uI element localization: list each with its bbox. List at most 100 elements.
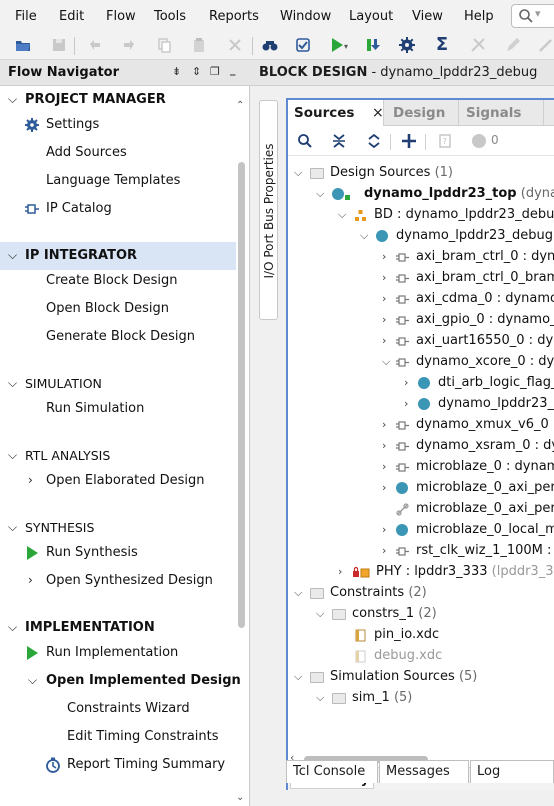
delete-icon[interactable] — [224, 34, 246, 56]
nav-item-constraints-wizard[interactable]: Constraints Wizard — [0, 695, 236, 723]
nav-item-ip-catalog[interactable]: IP Catalog — [0, 195, 236, 223]
settings-icon[interactable] — [396, 34, 418, 56]
scroll-up-icon[interactable]: ⌃ — [236, 100, 244, 111]
tree-node-design-sources[interactable]: ⌵ Design Sources (1) — [288, 163, 554, 184]
binoculars-icon[interactable] — [259, 34, 281, 56]
nav-item-open-block-design[interactable]: Open Block Design — [0, 295, 236, 323]
wand-icon[interactable] — [535, 34, 554, 56]
section-implementation[interactable]: ⌵ IMPLEMENTATION — [0, 614, 236, 642]
tab-messages[interactable]: Messages — [379, 760, 469, 783]
open-icon[interactable] — [12, 34, 34, 56]
nav-item-run-synthesis[interactable]: Run Synthesis — [0, 539, 236, 567]
tree-label: dynamo_xmux_v6_0 : c — [416, 417, 554, 432]
tree-node-ip[interactable]: › microblaze_0_local_me — [288, 520, 554, 541]
tree-node-ip[interactable]: › axi_bram_ctrl_0 : dyna — [288, 247, 554, 268]
restore-icon[interactable]: ❐ — [210, 65, 220, 78]
tree-node-ip[interactable]: › axi_cdma_0 : dynamo_ — [288, 289, 554, 310]
collapse-all-icon[interactable]: ⇟ — [172, 65, 181, 78]
close-icon[interactable]: × — [372, 100, 384, 126]
tab-design[interactable]: Design — [385, 100, 459, 126]
nav-item-settings[interactable]: Settings — [0, 111, 236, 139]
tree-node-bd[interactable]: ⌵ BD : dynamo_lpddr23_debug — [288, 205, 554, 226]
nav-item-create-block-design[interactable]: Create Block Design — [0, 267, 236, 295]
quick-search-input[interactable]: ▾ — [511, 4, 554, 28]
nav-item-open-implemented-design[interactable]: ⌵ Open Implemented Design — [0, 667, 241, 695]
tree-node-child[interactable]: › dti_arb_logic_flag_ — [288, 373, 554, 394]
tree-node-ip[interactable]: › axi_gpio_0 : dynamo_l — [288, 310, 554, 331]
search-icon — [519, 9, 533, 23]
tree-node-constrs-1[interactable]: ⌵ constrs_1 (2) — [288, 604, 554, 625]
tree-node-debug-xdc[interactable]: debug.xdc — [288, 646, 554, 667]
help-doc-icon[interactable]: ? — [436, 132, 454, 150]
tree-label: BD : dynamo_lpddr23_debug — [374, 207, 554, 222]
menu-help[interactable]: Help — [464, 9, 494, 24]
download-icon[interactable] — [362, 34, 384, 56]
tree-node-ip[interactable]: microblaze_0_axi_perip — [288, 499, 554, 520]
run-icon[interactable]: ▾ — [326, 34, 348, 56]
menu-view[interactable]: View — [412, 9, 443, 24]
section-ip-integrator[interactable]: ⌵ IP INTEGRATOR — [0, 242, 236, 270]
scroll-down-icon[interactable]: ⌄ — [236, 792, 244, 803]
menu-window[interactable]: Window — [280, 9, 331, 24]
nav-item-open-synthesized-design[interactable]: › Open Synthesized Design — [0, 567, 236, 595]
nav-item-report-timing-summary[interactable]: Report Timing Summary — [0, 751, 236, 779]
tree-label-text: dynamo_lpddr23_debug — [396, 228, 554, 243]
tree-node-ip[interactable]: ⌵ dynamo_xcore_0 : dyn — [288, 352, 554, 373]
copy-icon[interactable] — [153, 34, 175, 56]
menu-tools[interactable]: Tools — [154, 9, 186, 24]
io-port-bus-properties-tab[interactable]: I/O Port Bus Properties — [259, 100, 278, 320]
nav-item-add-sources[interactable]: Add Sources — [0, 139, 236, 167]
nav-item-run-simulation[interactable]: Run Simulation — [0, 395, 236, 423]
nav-item-open-elaborated-design[interactable]: › Open Elaborated Design — [0, 467, 236, 495]
tree-node-ip[interactable]: › microblaze_0_axi_perip — [288, 478, 554, 499]
add-icon[interactable] — [400, 132, 418, 150]
menu-edit[interactable]: Edit — [59, 9, 84, 24]
save-icon[interactable] — [48, 34, 70, 56]
sources-tab-bar: Sources × Design Signals — [288, 100, 554, 126]
tree-label: axi_bram_ctrl_0_bram — [416, 270, 554, 285]
paste-icon[interactable] — [188, 34, 210, 56]
redo-icon[interactable] — [118, 34, 140, 56]
tree-node-ip[interactable]: › axi_bram_ctrl_0_bram — [288, 268, 554, 289]
menu-flow[interactable]: Flow — [106, 9, 136, 24]
nav-item-edit-timing-constraints[interactable]: Edit Timing Constraints — [0, 723, 236, 751]
undo-icon[interactable] — [84, 34, 106, 56]
pen-icon[interactable] — [502, 34, 524, 56]
menu-file[interactable]: File — [15, 9, 37, 24]
nav-item-generate-block-design[interactable]: Generate Block Design — [0, 323, 236, 351]
tab-signals[interactable]: Signals — [460, 100, 544, 126]
tree-node-constraints[interactable]: ⌵ Constraints (2) — [288, 583, 554, 604]
tree-node-sim-1[interactable]: ⌵ sim_1 (5) — [288, 688, 554, 709]
tab-tcl-console[interactable]: Tcl Console — [286, 760, 378, 783]
check-icon[interactable] — [292, 34, 314, 56]
collapse-all-icon[interactable] — [330, 132, 348, 150]
tree-node-ip[interactable]: › microblaze_0 : dynamo — [288, 457, 554, 478]
tree-node-top[interactable]: ⌵ dynamo_lpddr23_top (dynam — [288, 184, 554, 205]
tree-node-ip[interactable]: › dynamo_xsram_0 : dyn — [288, 436, 554, 457]
section-rtl-analysis[interactable]: ⌵ RTL ANALYSIS — [0, 442, 236, 470]
expand-all-icon[interactable] — [365, 132, 383, 150]
section-simulation[interactable]: ⌵ SIMULATION — [0, 370, 236, 398]
tab-sources[interactable]: Sources × — [288, 100, 384, 126]
search-icon[interactable] — [296, 132, 314, 150]
cross-tool-icon[interactable] — [467, 34, 489, 56]
flow-navigator-scroll-thumb[interactable] — [238, 162, 245, 628]
minimize-icon[interactable]: _ — [230, 63, 236, 76]
tree-node-ip[interactable]: › rst_clk_wiz_1_100M : d — [288, 541, 554, 562]
tree-node-simulation-sources[interactable]: ⌵ Simulation Sources (5) — [288, 667, 554, 688]
expand-all-icon[interactable]: ⇕ — [192, 65, 201, 78]
tree-node-child[interactable]: › dynamo_lpddr23_d — [288, 394, 554, 415]
section-synthesis[interactable]: ⌵ SYNTHESIS — [0, 514, 236, 542]
tree-node-pin-io-xdc[interactable]: pin_io.xdc — [288, 625, 554, 646]
menu-layout[interactable]: Layout — [349, 9, 393, 24]
tab-log[interactable]: Log — [470, 760, 554, 783]
nav-item-run-implementation[interactable]: Run Implementation — [0, 639, 236, 667]
nav-item-language-templates[interactable]: Language Templates — [0, 167, 236, 195]
sigma-icon[interactable]: Σ — [431, 34, 453, 56]
menu-reports[interactable]: Reports — [209, 9, 259, 24]
section-project-manager[interactable]: ⌵ PROJECT MANAGER — [0, 86, 236, 114]
tree-node-ip[interactable]: › dynamo_xmux_v6_0 : c — [288, 415, 554, 436]
tree-node-debug[interactable]: ⌵ dynamo_lpddr23_debug ( — [288, 226, 554, 247]
tree-node-phy[interactable]: › PHY : lpddr3_333 (lpddr3_3 — [288, 562, 554, 583]
tree-node-ip[interactable]: › axi_uart16550_0 : dyn — [288, 331, 554, 352]
